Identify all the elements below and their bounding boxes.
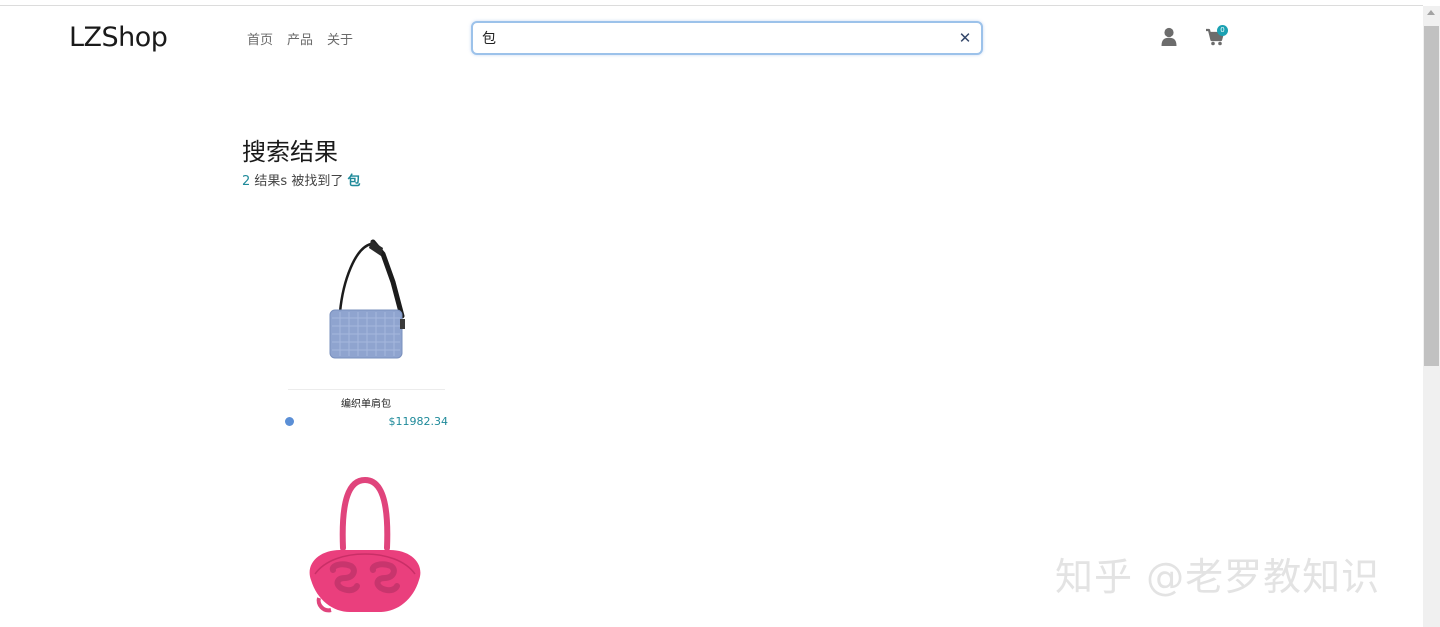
search-box: ✕: [471, 21, 983, 55]
product-name[interactable]: 编织单肩包: [285, 395, 447, 410]
search-term: 包: [347, 174, 361, 189]
results-summary: 2 结果s 被找到了 包: [242, 170, 360, 189]
page-title: 搜索结果: [242, 138, 338, 166]
watermark: 知乎 @老罗教知识: [1055, 555, 1381, 599]
product-price: $11982.34: [388, 415, 449, 428]
product-image-pink-handbag[interactable]: [285, 470, 445, 620]
color-swatch[interactable]: [285, 417, 294, 426]
product-card[interactable]: [285, 470, 445, 627]
cart-count-badge: 0: [1217, 25, 1228, 36]
results-count: 2: [242, 174, 251, 189]
close-icon[interactable]: ✕: [958, 30, 972, 46]
scroll-up-arrow-icon[interactable]: [1427, 10, 1435, 15]
product-image-blue-shoulder-bag[interactable]: [285, 226, 445, 376]
nav-item-about[interactable]: 关于: [327, 29, 353, 48]
nav-item-products[interactable]: 产品: [287, 29, 313, 48]
vertical-scrollbar[interactable]: [1423, 6, 1440, 627]
card-divider: [288, 389, 445, 390]
search-input[interactable]: [482, 28, 942, 48]
cart-button[interactable]: 0: [1205, 25, 1231, 49]
main-nav: 首页 产品 关于: [247, 29, 353, 48]
nav-item-home[interactable]: 首页: [247, 29, 273, 48]
product-card[interactable]: 编织单肩包 $11982.34: [285, 226, 448, 432]
scroll-thumb[interactable]: [1424, 26, 1439, 366]
results-summary-text: 结果s 被找到了: [254, 174, 344, 189]
top-border: [0, 5, 1423, 6]
user-icon[interactable]: [1161, 27, 1177, 47]
site-logo[interactable]: LZShop: [69, 22, 168, 53]
